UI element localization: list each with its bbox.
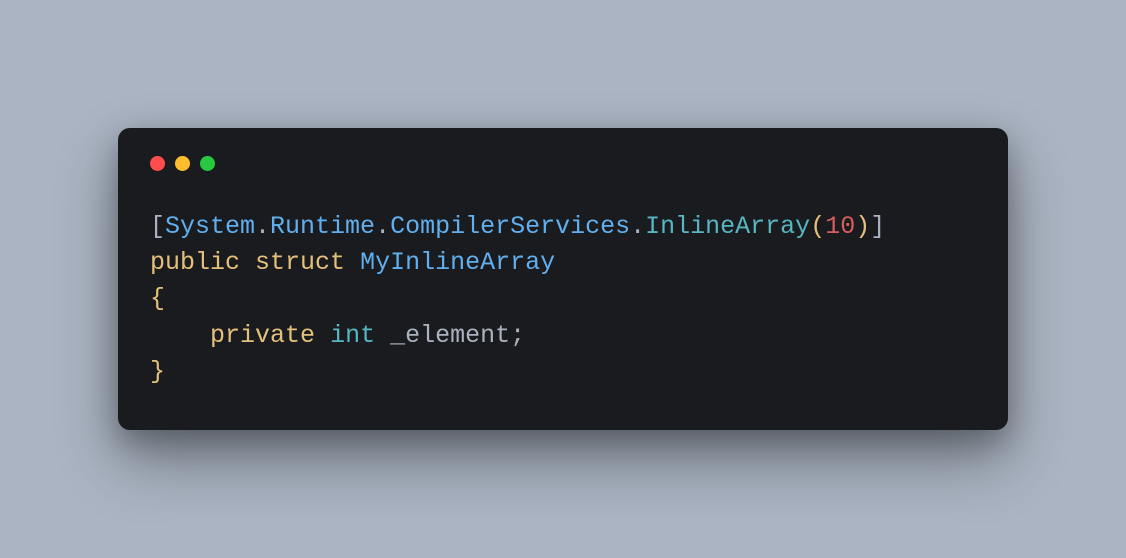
token-keyword-public: public	[150, 248, 240, 277]
token-space	[375, 321, 390, 350]
token-open-brace: {	[150, 284, 165, 313]
token-number: 10	[825, 212, 855, 241]
code-block: [System.Runtime.CompilerServices.InlineA…	[150, 209, 976, 390]
token-indent	[150, 321, 210, 350]
token-keyword-private: private	[210, 321, 315, 350]
token-semicolon: ;	[510, 321, 525, 350]
token-typename: MyInlineArray	[360, 248, 555, 277]
token-namespace: Runtime	[270, 212, 375, 241]
token-keyword-struct: struct	[255, 248, 345, 277]
token-space	[315, 321, 330, 350]
maximize-icon[interactable]	[200, 156, 215, 171]
token-space	[345, 248, 360, 277]
token-open-bracket: [	[150, 212, 165, 241]
minimize-icon[interactable]	[175, 156, 190, 171]
token-field-name: _element	[390, 321, 510, 350]
token-open-paren: (	[810, 212, 825, 241]
token-close-paren: )	[855, 212, 870, 241]
token-dot: .	[375, 212, 390, 241]
token-method: InlineArray	[645, 212, 810, 241]
close-icon[interactable]	[150, 156, 165, 171]
token-namespace: CompilerServices	[390, 212, 630, 241]
token-dot: .	[630, 212, 645, 241]
token-namespace: System	[165, 212, 255, 241]
window-titlebar	[150, 156, 976, 171]
token-dot: .	[255, 212, 270, 241]
token-type-int: int	[330, 321, 375, 350]
token-space	[240, 248, 255, 277]
code-window: [System.Runtime.CompilerServices.InlineA…	[118, 128, 1008, 430]
token-close-brace: }	[150, 357, 165, 386]
token-close-bracket: ]	[870, 212, 885, 241]
